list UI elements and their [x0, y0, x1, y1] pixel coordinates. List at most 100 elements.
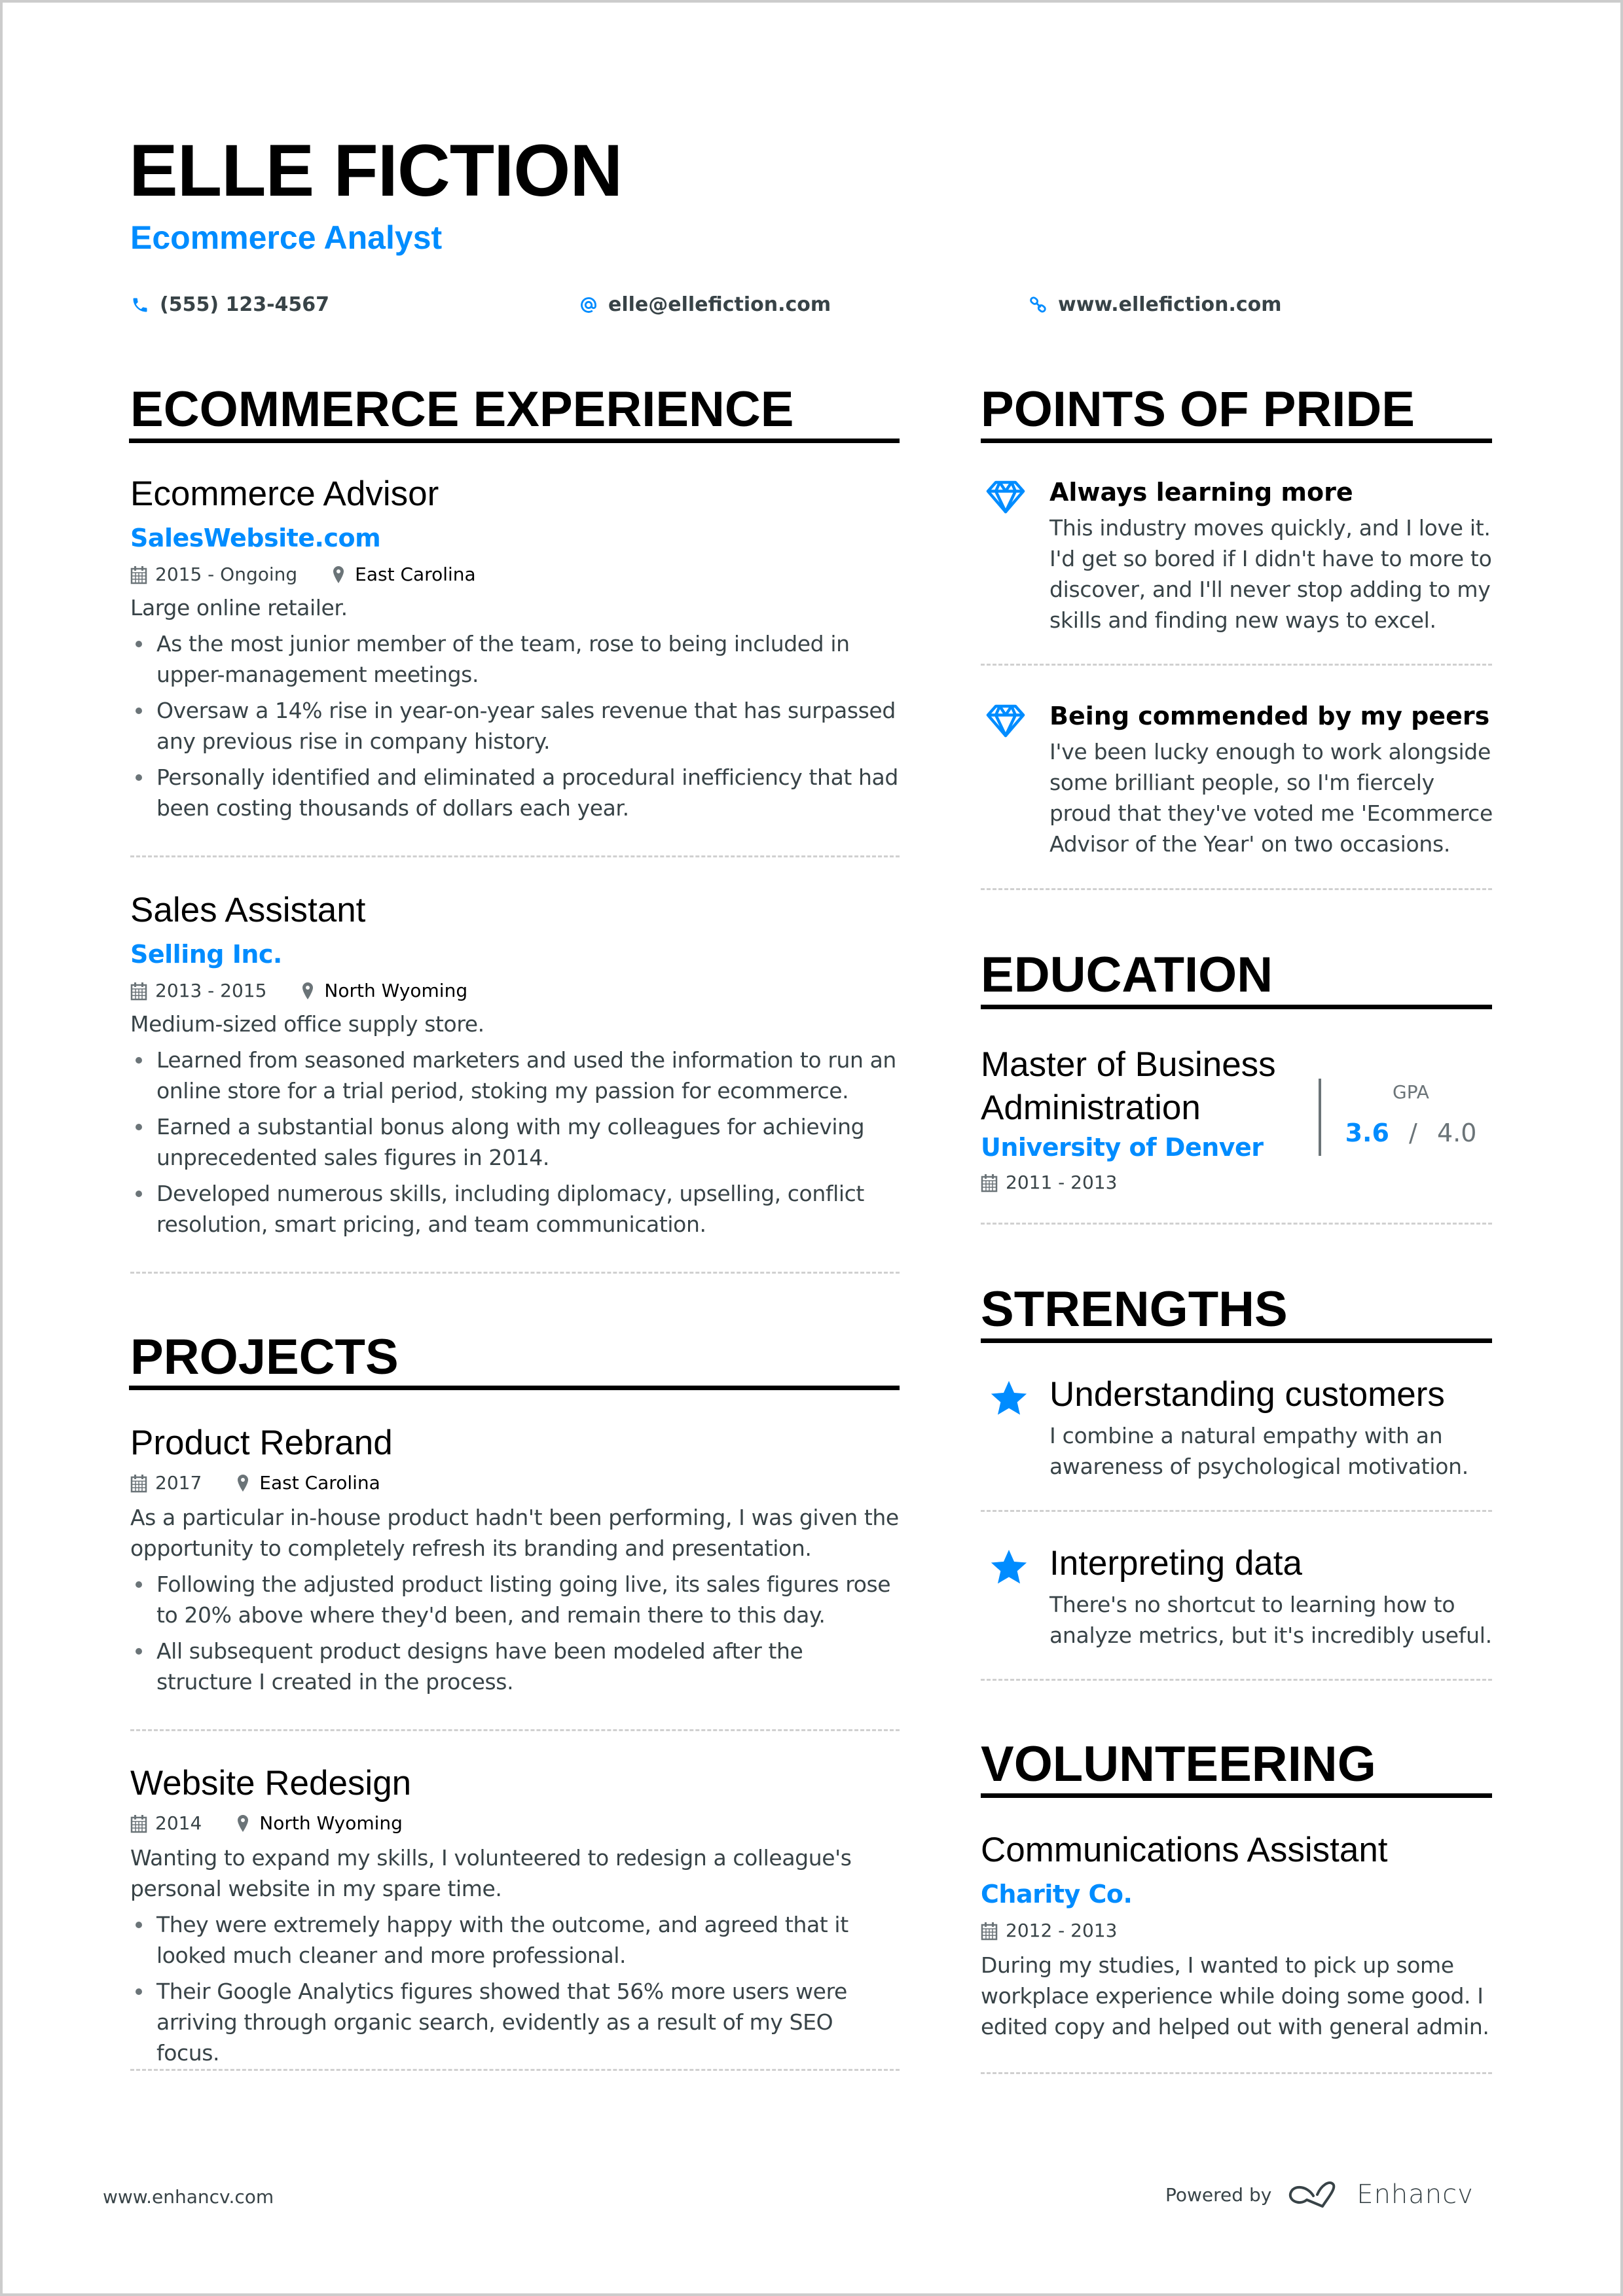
- map-pin-icon: [302, 982, 314, 999]
- bullet-item: As the most junior member of the team, r…: [130, 628, 901, 690]
- entry-divider: [981, 1223, 1492, 1225]
- footer-site-link[interactable]: www.enhancv.com: [103, 2186, 274, 2208]
- entry-divider: [981, 1679, 1492, 1681]
- entry-company[interactable]: Selling Inc.: [130, 942, 901, 967]
- entry-dates: 2015 - Ongoing: [130, 565, 297, 584]
- section-title-projects: PROJECTS: [130, 1329, 399, 1385]
- calendar-icon: [981, 1174, 998, 1193]
- contact-website-text: www.ellefiction.com: [1058, 293, 1282, 316]
- section-rule: [129, 1386, 900, 1390]
- entry-divider: [981, 888, 1492, 890]
- entry-dates: 2011 - 2013: [981, 1173, 1117, 1193]
- entry-company[interactable]: SalesWebsite.com: [130, 526, 901, 550]
- section-rule: [981, 439, 1492, 443]
- entry-location-text: North Wyoming: [259, 1812, 403, 1834]
- enhancv-logo-icon: [1289, 2181, 1336, 2208]
- entry-title: Sales Assistant: [130, 891, 366, 929]
- gpa-label: GPA: [1393, 1081, 1429, 1103]
- entry-meta: 2015 - Ongoing East Carolina: [130, 565, 901, 584]
- bullet-item: Earned a substantial bonus along with my…: [130, 1111, 901, 1173]
- entry-location-text: East Carolina: [259, 1472, 380, 1494]
- entry-bullets: They were extremely happy with the outco…: [130, 1909, 901, 2068]
- calendar-icon: [130, 982, 147, 1001]
- entry-dates: 2013 - 2015: [130, 981, 266, 1001]
- bullet-item: Oversaw a 14% rise in year-on-year sales…: [130, 695, 901, 757]
- section-rule: [981, 1793, 1492, 1798]
- section-title-volunteering: VOLUNTEERING: [981, 1736, 1376, 1792]
- volunteering-entry: Communications Assistant Charity Co. 201…: [981, 1833, 1492, 2042]
- pride-description: This industry moves quickly, and I love …: [1049, 515, 1492, 633]
- gpa-score: 3.6: [1345, 1119, 1389, 1147]
- at-icon: [581, 296, 596, 313]
- education-meta: 2011 - 2013: [981, 1173, 1150, 1193]
- entry-meta: 2012 - 2013: [981, 1921, 1492, 1941]
- bullet-item: Developed numerous skills, including dip…: [130, 1178, 901, 1240]
- strength-description: There's no shortcut to learning how to a…: [1049, 1592, 1492, 1648]
- entry-title: Ecommerce Advisor: [130, 475, 439, 513]
- entry-dates-text: 2017: [155, 1472, 202, 1494]
- star-icon: [991, 1380, 1027, 1415]
- entry-meta: 2013 - 2015 North Wyoming: [130, 981, 901, 1001]
- entry-dates: 2014: [130, 1814, 202, 1833]
- contact-phone[interactable]: (555) 123-4567: [131, 293, 329, 316]
- section-rule: [981, 1005, 1492, 1009]
- bullet-item: Their Google Analytics figures showed th…: [130, 1976, 901, 2068]
- section-title-experience: ECOMMERCE EXPERIENCE: [130, 382, 794, 437]
- gpa-block: GPA 3.6 / 4.0: [1329, 1081, 1493, 1147]
- education-school[interactable]: University of Denver: [981, 1135, 1264, 1160]
- entry-location: East Carolina: [330, 565, 476, 584]
- pride-title: Being commended by my peers: [1049, 702, 1490, 730]
- pride-title: Always learning more: [1049, 478, 1353, 507]
- entry-dates-text: 2013 - 2015: [155, 980, 267, 1001]
- education-degree: Master of Business Administration: [981, 1045, 1276, 1127]
- entry-description: As a particular in-house product hadn't …: [130, 1505, 899, 1561]
- entry-location-text: East Carolina: [355, 564, 476, 585]
- calendar-icon: [130, 1815, 147, 1833]
- entry-meta: 2014 North Wyoming: [130, 1814, 901, 1833]
- entry-location: North Wyoming: [299, 981, 467, 1001]
- entry-description: Wanting to expand my skills, I volunteer…: [130, 1845, 852, 1901]
- bullet-item: All subsequent product designs have been…: [130, 1636, 901, 1697]
- section-rule: [981, 1338, 1492, 1343]
- entry-divider: [130, 1272, 900, 1274]
- bullet-item: Personally identified and eliminated a p…: [130, 762, 901, 823]
- entry-dates-text: 2011 - 2013: [1006, 1172, 1118, 1193]
- diamond-icon: [986, 480, 1025, 514]
- section-title-strengths: STRENGTHS: [981, 1282, 1288, 1337]
- candidate-role: Ecommerce Analyst: [130, 219, 443, 256]
- entry-title: Communications Assistant: [981, 1831, 1388, 1869]
- entry-dates: 2017: [130, 1473, 202, 1493]
- entry-location: North Wyoming: [234, 1814, 403, 1833]
- entry-divider: [130, 855, 900, 857]
- link-icon: [1030, 296, 1046, 312]
- entry-dates: 2012 - 2013: [981, 1921, 1117, 1941]
- entry-bullets: As the most junior member of the team, r…: [130, 628, 901, 823]
- entry-bullets: Following the adjusted product listing g…: [130, 1569, 901, 1697]
- entry-dates-text: 2012 - 2013: [1006, 1920, 1118, 1941]
- strength-description: I combine a natural empathy with an awar…: [1049, 1423, 1468, 1479]
- contact-email[interactable]: elle@ellefiction.com: [579, 293, 831, 316]
- entry-meta: 2017 East Carolina: [130, 1473, 901, 1493]
- entry-description: During my studies, I wanted to pick up s…: [981, 1952, 1489, 2039]
- entry-divider: [981, 1510, 1492, 1512]
- entry-divider: [981, 2072, 1492, 2074]
- map-pin-icon: [333, 566, 344, 583]
- entry-location-text: North Wyoming: [324, 980, 468, 1001]
- entry-location: East Carolina: [234, 1473, 380, 1493]
- map-pin-icon: [238, 1475, 249, 1492]
- contact-website[interactable]: www.ellefiction.com: [1029, 293, 1282, 316]
- entry-description: Medium-sized office supply store.: [130, 1011, 484, 1037]
- entry-bullets: Learned from seasoned marketers and used…: [130, 1045, 901, 1240]
- footer-powered-by[interactable]: Powered by Enhancv: [1165, 2179, 1474, 2210]
- entry-description: Large online retailer.: [130, 595, 348, 620]
- calendar-icon: [130, 566, 147, 584]
- candidate-name: ELLE FICTION: [129, 130, 623, 211]
- entry-company[interactable]: Charity Co.: [981, 1882, 1492, 1907]
- gpa-value: 3.6 / 4.0: [1329, 1119, 1493, 1147]
- entry-divider: [981, 664, 1492, 666]
- contact-phone-text: (555) 123-4567: [160, 293, 330, 316]
- entry-dates-text: 2014: [155, 1812, 202, 1834]
- entry-divider: [130, 1729, 900, 1731]
- diamond-icon: [986, 704, 1025, 738]
- entry-title: Product Rebrand: [130, 1424, 393, 1462]
